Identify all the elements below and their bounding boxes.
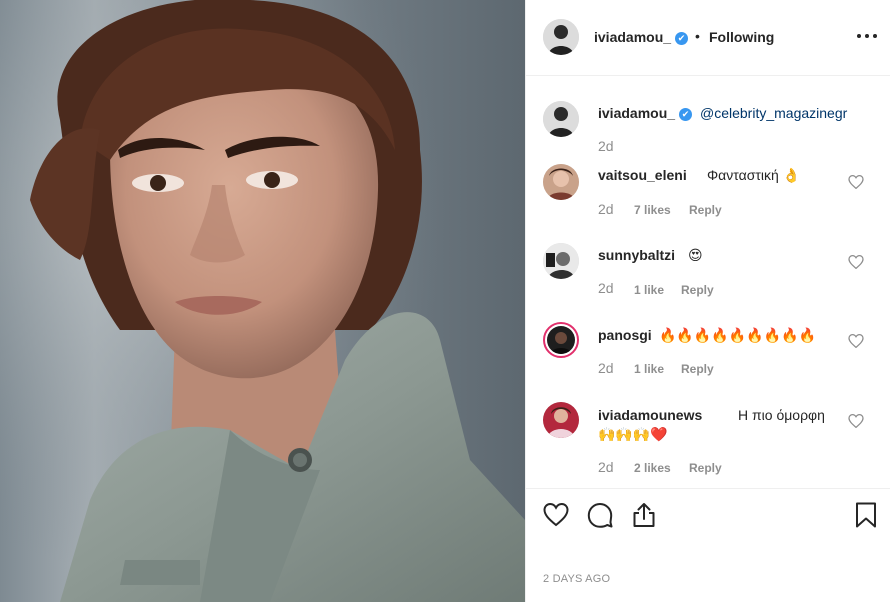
post-photo[interactable] — [0, 0, 525, 602]
comment-text: 🔥🔥🔥🔥🔥🔥🔥🔥🔥 — [659, 327, 816, 343]
verified-badge-icon: ✔ — [675, 32, 689, 45]
author-username[interactable]: iviadamou_ ✔ — [594, 29, 689, 45]
comment-time[interactable]: 2d — [598, 360, 614, 376]
comment-username[interactable]: iviadamounews — [598, 407, 702, 423]
header-separator: • — [695, 28, 700, 44]
comment-reply-button[interactable]: Reply — [681, 283, 714, 297]
comment-text-line2: 🙌🙌🙌❤️ — [598, 426, 668, 442]
comment-like-heart-icon[interactable] — [848, 254, 864, 270]
more-options-icon[interactable] — [856, 28, 878, 44]
comment-reply-button[interactable]: Reply — [689, 461, 722, 475]
post-header: iviadamou_ ✔ • Following — [526, 0, 890, 76]
commenter-avatar[interactable] — [543, 164, 579, 200]
comment-likes[interactable]: 7 likes — [634, 203, 671, 217]
comment-username[interactable]: sunnybaltzi — [598, 247, 675, 263]
comment-text: 😍 — [688, 247, 703, 263]
following-button[interactable]: Following — [709, 29, 774, 45]
comment-like-heart-icon[interactable] — [848, 413, 864, 429]
comment-time[interactable]: 2d — [598, 201, 614, 217]
post-timestamp[interactable]: 2 DAYS AGO — [543, 573, 610, 585]
portrait-image — [0, 0, 525, 602]
caption-avatar[interactable] — [543, 101, 579, 137]
comment-text: Η πιο όμορφη — [738, 407, 825, 423]
comment-likes[interactable]: 2 likes — [634, 461, 671, 475]
comment-reply-button[interactable]: Reply — [689, 203, 722, 217]
comment-time[interactable]: 2d — [598, 459, 614, 475]
commenter-avatar[interactable] — [543, 402, 579, 438]
caption-username[interactable]: iviadamou_ ✔ — [598, 105, 693, 121]
caption-mention-link[interactable]: @celebrity_magazinegr — [700, 105, 847, 121]
author-username-text[interactable]: iviadamou_ — [594, 29, 671, 45]
comment-reply-button[interactable]: Reply — [681, 362, 714, 376]
comment-text: Φανταστική 👌 — [707, 167, 801, 183]
save-bookmark-icon[interactable] — [852, 501, 880, 529]
comment-like-heart-icon[interactable] — [848, 333, 864, 349]
post-side-panel: iviadamou_ ✔ • Following iviadamou_ ✔ @cel… — [526, 0, 890, 602]
author-avatar[interactable] — [543, 19, 579, 55]
verified-badge-icon: ✔ — [679, 108, 693, 121]
comment-username[interactable]: vaitsou_eleni — [598, 167, 687, 183]
comment-like-heart-icon[interactable] — [848, 174, 864, 190]
like-heart-icon[interactable] — [542, 501, 570, 529]
comment-bubble-icon[interactable] — [586, 501, 614, 529]
commenter-avatar-story-ring[interactable] — [543, 322, 579, 358]
caption-time: 2d — [598, 138, 614, 154]
caption-username-text[interactable]: iviadamou_ — [598, 105, 675, 121]
comment-username[interactable]: panosgi — [598, 327, 652, 343]
comment-time[interactable]: 2d — [598, 280, 614, 296]
commenter-avatar[interactable] — [543, 243, 579, 279]
comment-likes[interactable]: 1 like — [634, 362, 664, 376]
share-icon[interactable] — [630, 501, 658, 529]
comment-likes[interactable]: 1 like — [634, 283, 664, 297]
